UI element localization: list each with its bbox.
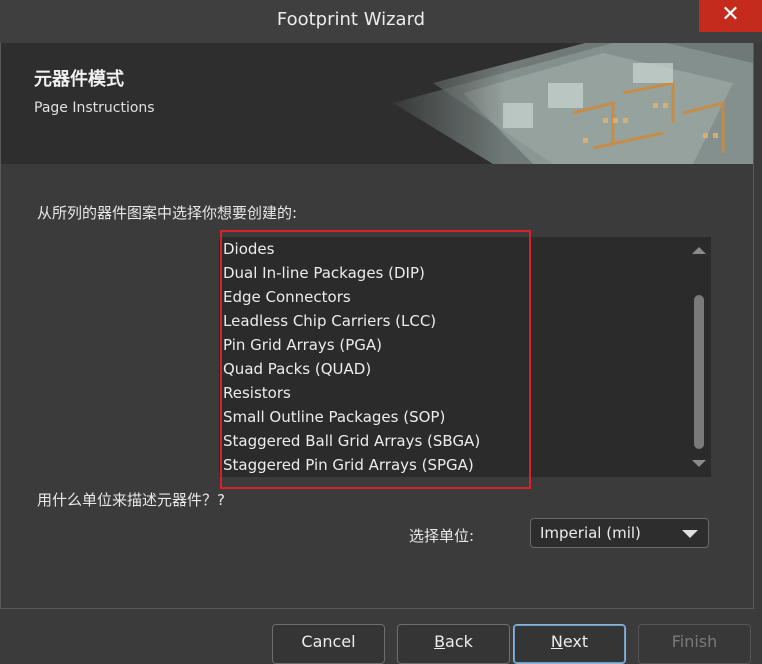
title-bar: Footprint Wizard ✕	[0, 0, 762, 43]
scroll-up-arrow-icon[interactable]	[692, 247, 706, 254]
list-item[interactable]: Staggered Pin Grid Arrays (SPGA)	[219, 453, 685, 477]
list-item[interactable]: Leadless Chip Carriers (LCC)	[219, 309, 685, 333]
wizard-content: 从所列的器件图案中选择你想要创建的: Diodes Dual In-line P…	[0, 164, 754, 609]
chevron-down-icon	[682, 530, 698, 538]
close-icon: ✕	[721, 2, 740, 27]
back-label-rest: ack	[445, 632, 473, 651]
close-button[interactable]: ✕	[699, 0, 762, 32]
vertical-scrollbar[interactable]	[685, 237, 711, 477]
list-item[interactable]: Resistors	[219, 381, 685, 405]
cancel-button[interactable]: Cancel	[272, 624, 385, 664]
unit-select-value: Imperial (mil)	[540, 524, 641, 542]
list-item[interactable]: Pin Grid Arrays (PGA)	[219, 333, 685, 357]
back-button[interactable]: Back	[397, 624, 510, 664]
list-item[interactable]: Diodes	[219, 237, 685, 261]
window-title: Footprint Wizard	[276, 9, 426, 30]
next-mnemonic: N	[550, 632, 563, 651]
unit-label: 选择单位:	[409, 527, 475, 545]
wizard-banner: 元器件模式 Page Instructions	[0, 43, 754, 164]
scroll-thumb[interactable]	[694, 295, 704, 449]
next-label-rest: ext	[562, 632, 589, 651]
pattern-prompt: 从所列的器件图案中选择你想要创建的:	[37, 204, 298, 222]
list-item[interactable]: Quad Packs (QUAD)	[219, 357, 685, 381]
list-item[interactable]: Staggered Ball Grid Arrays (SBGA)	[219, 429, 685, 453]
next-button[interactable]: Next	[513, 624, 626, 664]
scroll-down-arrow-icon[interactable]	[692, 460, 706, 467]
list-item[interactable]: Edge Connectors	[219, 285, 685, 309]
unit-select[interactable]: Imperial (mil)	[530, 518, 709, 548]
list-item[interactable]: Dual In-line Packages (DIP)	[219, 261, 685, 285]
pattern-listbox[interactable]: Diodes Dual In-line Packages (DIP) Edge …	[219, 237, 711, 477]
units-prompt: 用什么单位来描述元器件？?	[37, 491, 225, 509]
page-title: 元器件模式	[34, 69, 124, 90]
list-item[interactable]: Small Outline Packages (SOP)	[219, 405, 685, 429]
page-instructions: Page Instructions	[34, 100, 155, 116]
back-mnemonic: B	[434, 632, 446, 651]
pcb-banner-image	[373, 43, 753, 164]
finish-button: Finish	[638, 624, 751, 664]
